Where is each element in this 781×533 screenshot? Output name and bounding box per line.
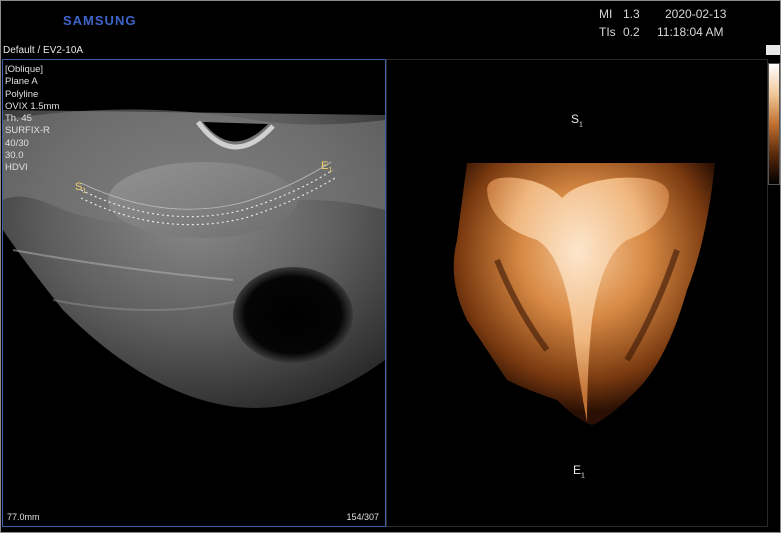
param-ovix: OVIX 1.5mm — [5, 100, 60, 112]
polyline-end-marker[interactable]: E1 — [321, 160, 332, 174]
param-mode: Polyline — [5, 88, 39, 100]
ultrasound-image — [3, 109, 385, 408]
param-thickness: Th. 45 — [5, 113, 32, 125]
colorbar-label-icon — [766, 45, 780, 55]
mi-value: 1.3 — [623, 7, 640, 21]
render-3d-view[interactable]: S1 E1 — [386, 59, 768, 527]
param-plane: Plane A — [5, 76, 38, 88]
param-ratio: 40/30 — [5, 137, 29, 149]
exam-date: 2020-02-13 — [665, 7, 727, 21]
color-scale-bar — [768, 63, 780, 185]
param-render: HDVI — [5, 162, 28, 174]
ultrasound-2d-view[interactable]: [Oblique] Plane A Polyline OVIX 1.5mm Th… — [2, 59, 386, 527]
mi-label: MI — [599, 7, 613, 21]
app-window: SAMSUNG MI 1.3 TIs 0.2 2020-02-13 11:18:… — [0, 0, 781, 533]
tis-value: 0.2 — [623, 25, 640, 39]
param-value: 30.0 — [5, 150, 24, 162]
param-view: [Oblique] — [5, 64, 44, 75]
exam-time: 11:18:04 AM — [657, 25, 724, 39]
render-end-marker: E1 — [573, 463, 585, 480]
preset-label: Default / EV2-10A — [3, 45, 84, 56]
uterus-3d-render — [453, 163, 715, 425]
brand-logo: SAMSUNG — [63, 13, 137, 28]
depth-readout: 77.0mm — [7, 512, 40, 522]
frame-counter: 154/307 — [346, 512, 379, 522]
polyline-start-marker[interactable]: S1 — [75, 181, 86, 195]
tis-label: TIs — [599, 25, 616, 39]
render-start-marker: S1 — [571, 112, 583, 129]
param-surface: SURFIX-R — [5, 125, 50, 137]
imaging-parameters: [Oblique] Plane A Polyline OVIX 1.5mm Th… — [5, 64, 59, 175]
